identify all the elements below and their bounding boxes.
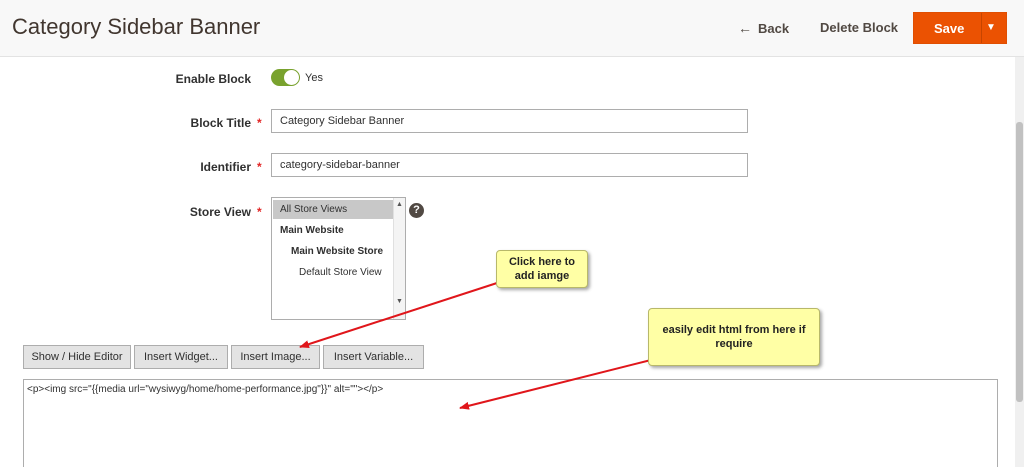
chevron-down-icon[interactable]: ▼ [396, 298, 403, 305]
store-view-multiselect[interactable]: All Store Views Main Website Main Websit… [271, 197, 406, 320]
caret-down-icon[interactable]: ▼ [986, 22, 996, 33]
save-split-divider [981, 13, 982, 43]
callout-edit-html: easily edit html from here if require [648, 308, 820, 366]
identifier-label: Identifier [200, 160, 251, 174]
store-option-main-website[interactable]: Main Website [273, 221, 394, 240]
insert-variable-button[interactable]: Insert Variable... [323, 345, 424, 369]
back-label: Back [758, 21, 790, 36]
store-option-all[interactable]: All Store Views [273, 200, 394, 219]
page-scrollbar-thumb[interactable] [1016, 122, 1023, 402]
save-label: Save [934, 21, 965, 36]
identifier-input[interactable] [271, 153, 748, 177]
back-button[interactable]: ← Back [738, 20, 789, 36]
required-asterisk: * [257, 205, 262, 219]
enable-block-label: Enable Block [175, 72, 251, 86]
store-option-main-website-store[interactable]: Main Website Store [273, 242, 394, 261]
store-view-label: Store View [189, 205, 251, 219]
show-hide-editor-button[interactable]: Show / Hide Editor [23, 345, 131, 369]
insert-image-button[interactable]: Insert Image... [231, 345, 320, 369]
save-button[interactable]: Save ▼ [913, 12, 1007, 44]
chevron-up-icon[interactable]: ▲ [396, 201, 403, 208]
toggle-knob [284, 70, 299, 85]
insert-widget-button[interactable]: Insert Widget... [134, 345, 228, 369]
help-icon[interactable]: ? [409, 203, 424, 218]
block-title-label: Block Title [190, 116, 251, 130]
required-asterisk: * [257, 116, 262, 130]
content-textarea[interactable] [23, 379, 998, 467]
enable-block-value: Yes [305, 72, 323, 84]
page-title: Category Sidebar Banner [12, 14, 261, 39]
delete-block-button[interactable]: Delete Block [820, 20, 898, 35]
store-option-default-view[interactable]: Default Store View [273, 263, 394, 282]
callout-add-image: Click here to add iamge [496, 250, 588, 288]
arrow-left-icon: ← [738, 20, 752, 36]
required-asterisk: * [257, 160, 262, 174]
block-title-input[interactable] [271, 109, 748, 133]
page-scrollbar[interactable] [1015, 57, 1024, 467]
enable-block-toggle[interactable] [271, 69, 300, 86]
page-header: Category Sidebar Banner ← Back Delete Blo… [0, 0, 1024, 57]
multiselect-scrollbar[interactable]: ▲ ▼ [393, 198, 405, 319]
